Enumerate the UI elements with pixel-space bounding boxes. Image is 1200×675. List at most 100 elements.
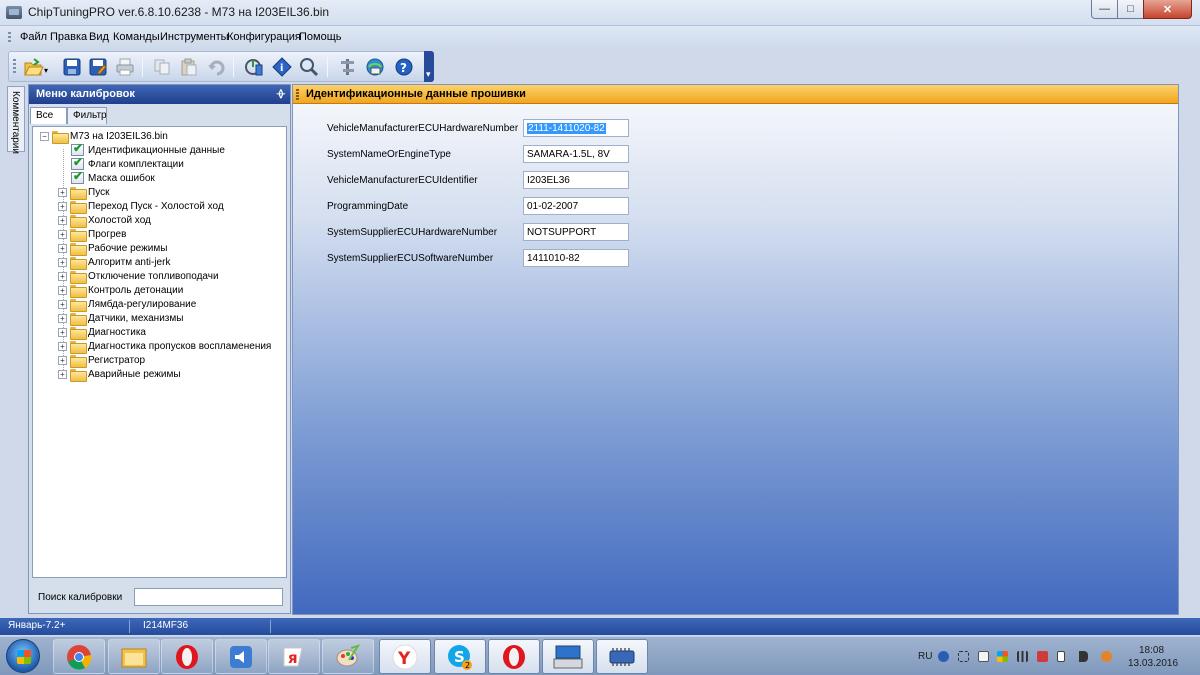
expand-icon[interactable]: + [58,313,67,323]
taskbar-file-explorer[interactable] [108,639,160,674]
engine-type-field[interactable]: SAMARA-1.5L, 8V [523,145,629,163]
tree-folder[interactable]: + Прогрев [58,227,126,242]
tray-time[interactable]: 18:08 [1139,645,1164,656]
tree-folder[interactable]: + Пуск [58,185,109,200]
tree-folder[interactable]: + Рабочие режимы [58,241,167,256]
tree-folder[interactable]: + Алгоритм anti-jerk [58,255,170,270]
comments-side-tab[interactable]: Комментарии [7,86,25,154]
tray-date[interactable]: 13.03.2016 [1128,658,1178,669]
minimize-button[interactable]: — [1091,0,1118,19]
taskbar-volume-app[interactable] [215,639,267,674]
toolbar-grip[interactable] [13,59,16,75]
start-button[interactable] [6,639,40,673]
menu-help[interactable]: Помощь [299,31,342,43]
toolbar-separator [233,57,234,77]
taskbar-opera[interactable] [161,639,213,674]
tree-folder[interactable]: + Диагностика пропусков воспламенения [58,339,271,354]
expand-icon[interactable]: + [58,229,67,239]
expand-icon[interactable]: + [58,243,67,253]
open-button[interactable]: ▾ [21,56,51,78]
help-button[interactable]: ? [392,56,416,78]
expand-icon[interactable]: + [58,285,67,295]
volume-app-icon [230,645,252,668]
help-tray-icon[interactable] [938,651,949,662]
read-ecu-button[interactable] [242,56,266,78]
programming-date-field[interactable]: 01-02-2007 [523,197,629,215]
expand-icon[interactable]: + [58,327,67,337]
tray-overflow-icon[interactable] [958,651,969,662]
speaker-icon[interactable] [1079,651,1088,662]
menu-commands[interactable]: Команды [113,31,160,43]
expand-icon[interactable]: + [58,299,67,309]
maximize-button[interactable]: □ [1117,0,1144,19]
tree-folder[interactable]: + Отключение топливоподачи [58,269,219,284]
tab-all[interactable]: Все [30,107,67,124]
expand-icon[interactable]: + [58,257,67,267]
taskbar-opera-2[interactable] [488,639,540,674]
tree-item-flags[interactable]: Флаги комплектации [71,155,184,171]
menu-file[interactable]: Файл [20,31,47,43]
window-right-edge [1180,50,1200,618]
tray-language[interactable]: RU [918,651,932,662]
tree-folder[interactable]: + Диагностика [58,325,146,340]
menu-configuration[interactable]: Конфигурация [227,31,301,43]
tree-folder[interactable]: + Лямбда-регулирование [58,297,196,312]
taskbar-paint[interactable] [322,639,374,674]
expand-icon[interactable]: + [58,215,67,225]
taskbar-yandex[interactable]: я [268,639,320,674]
tab-filter[interactable]: Фильтр [67,107,107,124]
tree-folder[interactable]: + Регистратор [58,353,145,368]
windows-tray-icon[interactable] [997,651,1008,662]
tools-button[interactable] [336,56,360,78]
expand-icon[interactable]: + [58,369,67,379]
tree-folder[interactable]: + Аварийные режимы [58,367,181,382]
taskbar-keyboard-app[interactable] [542,639,594,674]
expand-icon[interactable]: + [58,271,67,281]
expand-icon[interactable]: + [58,201,67,211]
undo-button[interactable] [204,56,228,78]
calibration-search-input[interactable] [134,588,283,606]
save-button[interactable] [60,56,84,78]
tree-item-error-mask[interactable]: Маска ошибок [71,169,155,185]
taskbar-chrome[interactable] [53,639,105,674]
copy-button[interactable] [150,56,174,78]
expand-icon[interactable]: + [58,341,67,351]
app-icon [6,6,22,19]
print-button[interactable] [113,56,137,78]
menu-tools[interactable]: Инструменты [160,31,229,43]
tree-folder[interactable]: + Переход Пуск - Холостой ход [58,199,224,214]
save-as-button[interactable] [86,56,110,78]
action-center-icon[interactable] [1037,651,1048,662]
taskbar-chiptuning[interactable] [596,639,648,674]
pin-icon[interactable]: ᚖ [277,87,285,100]
field-label: SystemSupplierECUHardwareNumber [327,227,498,238]
expand-icon[interactable]: + [58,187,67,197]
supplier-hardware-field[interactable]: NOTSUPPORT [523,223,629,241]
taskbar-yandex-browser[interactable]: Y [379,639,431,674]
hardware-number-field[interactable]: 2111-1411020-82 [523,119,629,137]
taskbar-skype[interactable]: S2 [434,639,486,674]
search-ecu-button[interactable] [297,56,321,78]
close-button[interactable]: ✕ [1143,0,1192,19]
menu-view[interactable]: Вид [89,31,109,43]
collapse-icon[interactable]: − [40,131,49,141]
network-icon[interactable] [1017,651,1028,662]
tree-folder[interactable]: + Холостой ход [58,213,151,228]
update-button[interactable] [363,56,387,78]
tree-folder[interactable]: + Контроль детонации [58,283,183,298]
supplier-software-field[interactable]: 1411010-82 [523,249,629,267]
tree-folder[interactable]: + Датчики, механизмы [58,311,183,326]
tray-app-icon[interactable] [978,651,989,662]
expand-icon[interactable]: + [58,355,67,365]
battery-icon[interactable] [1057,651,1065,662]
tray-notification-icon[interactable] [1101,651,1112,662]
folder-icon [70,228,87,242]
info-button[interactable]: i [270,56,294,78]
tree-root[interactable]: − M73 на I203EIL36.bin [40,129,168,144]
paste-button[interactable] [177,56,201,78]
tree-item-identification[interactable]: Идентификационные данные [71,141,225,157]
menu-edit[interactable]: Правка [50,31,87,43]
status-divider [270,620,271,633]
toolbar-overflow-button[interactable] [424,51,434,82]
ecu-identifier-field[interactable]: I203EL36 [523,171,629,189]
